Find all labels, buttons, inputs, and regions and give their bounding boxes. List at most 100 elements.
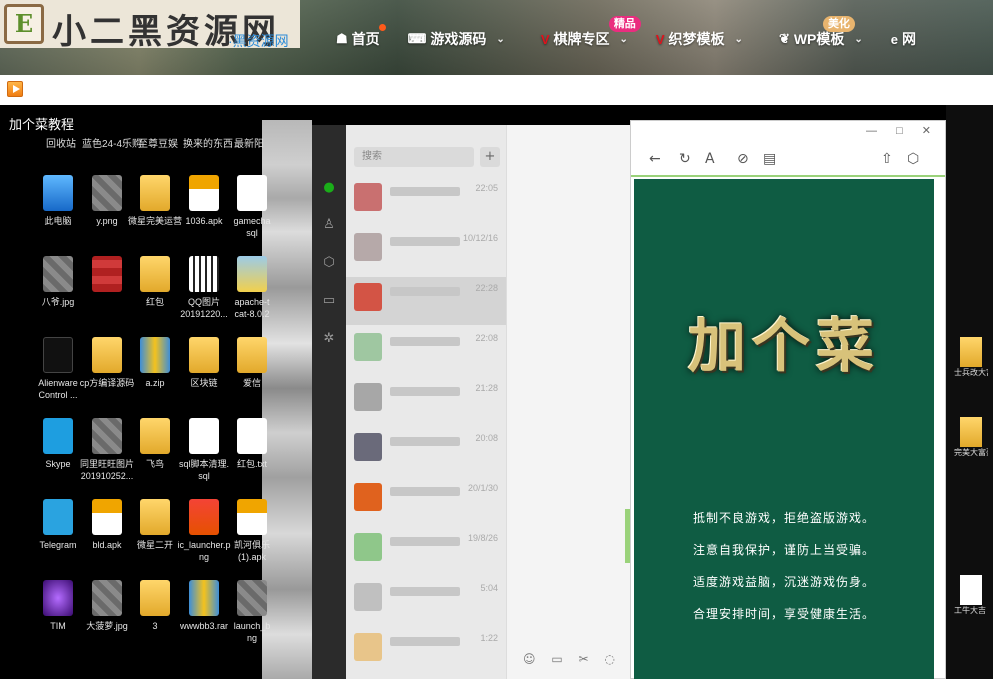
- nav-item[interactable]: V 棋牌专区 ⌄ 精品: [541, 16, 641, 52]
- game-panel: 加个菜 抵制不良游戏，拒绝盗版游戏。 注意自我保护，谨防上当受骗。 适度游戏益脑，沉…: [634, 179, 934, 679]
- chat-time: 5:04: [480, 583, 498, 593]
- desktop-label: 最新阳: [234, 139, 264, 150]
- desktop-icon[interactable]: 士兵改大富豪: [954, 337, 988, 378]
- folder-icon[interactable]: ▭: [321, 293, 337, 309]
- folder-icon: [960, 337, 982, 367]
- chat-row[interactable]: 22:05: [346, 177, 506, 225]
- tomcat-icon: [237, 256, 267, 292]
- chat-row[interactable]: 19/8/26: [346, 527, 506, 575]
- pc-icon: [43, 175, 73, 211]
- back-icon[interactable]: ←: [649, 151, 661, 167]
- play-icon[interactable]: [7, 81, 23, 97]
- chat-row[interactable]: 22:08: [346, 327, 506, 375]
- gamepad-icon: ⌨: [407, 31, 427, 46]
- app-icon: [189, 499, 219, 535]
- nav-label: 游戏源码: [430, 31, 487, 47]
- chat-row[interactable]: 20:08: [346, 427, 506, 475]
- wechat-chat-list: 搜索 + 22:05 10/12/16 22:28 22:08 21:28 20:08 20…: [346, 125, 506, 679]
- image-icon: [92, 175, 122, 211]
- chat-time: 22:05: [475, 183, 498, 193]
- desktop-icon[interactable]: apache-t cat-8.0.2: [222, 256, 282, 320]
- rar-icon: [189, 580, 219, 616]
- window-controls[interactable]: — □ ✕: [866, 124, 939, 137]
- chevron-down-icon: ⌄: [619, 33, 628, 45]
- chat-row[interactable]: 1:22: [346, 627, 506, 675]
- search-input[interactable]: 搜索: [354, 147, 474, 167]
- chat-icon[interactable]: ●: [321, 180, 337, 196]
- nav-label: 首页: [351, 31, 380, 47]
- image-icon: [92, 580, 122, 616]
- chat-row[interactable]: 21:28: [346, 377, 506, 425]
- desktop-icon-label: 爱信: [242, 378, 261, 388]
- desktop-icon[interactable]: 爱信: [222, 337, 282, 389]
- desktop-icon[interactable]: 工牛大吉 操作说...: [954, 575, 988, 616]
- share-icon[interactable]: ⇧: [881, 151, 893, 167]
- chevron-down-icon: ⌄: [734, 33, 743, 45]
- nav-item[interactable]: e网: [891, 26, 916, 52]
- nav-item[interactable]: V 织梦模板 ⌄: [656, 26, 743, 52]
- site-header: E 小二黑资源网 ·黑资源网 ☗ 首页 ⌨ 游戏源码 ⌄ V 棋牌专区 ⌄ 精品 V 织梦模板 ⌄ ❦ W…: [0, 0, 993, 75]
- moments-icon[interactable]: ✲: [321, 331, 337, 347]
- folder-icon: [140, 580, 170, 616]
- contact-name: [390, 487, 460, 496]
- desktop-icon[interactable]: gamecha sql: [222, 175, 282, 239]
- chat-time: 21:28: [475, 383, 498, 393]
- contact-name: [390, 587, 460, 596]
- avatar: [354, 533, 382, 561]
- desktop-label: 蓝色24-4乐购: [82, 139, 143, 150]
- desktop-icon[interactable]: 红包.txt: [222, 418, 282, 470]
- nav-item[interactable]: ⌨ 游戏源码 ⌄: [408, 26, 505, 52]
- contacts-icon[interactable]: ♙: [321, 217, 337, 233]
- doc-icon: [237, 175, 267, 211]
- doc-icon: [960, 575, 982, 605]
- apk-icon: [92, 499, 122, 535]
- notice-line: 适度游戏益脑，沉迷游戏伤身。: [692, 575, 875, 589]
- chat-tools[interactable]: ☺ ▭ ✂ ◌: [523, 652, 621, 666]
- nav-item[interactable]: ❦ WP模板 ⌄ 美化: [778, 16, 863, 52]
- link-icon[interactable]: ⊘: [737, 151, 749, 167]
- contact-name: [390, 437, 460, 446]
- chat-time: 20/1/30: [467, 483, 498, 493]
- chat-row[interactable]: 22:28: [346, 277, 506, 325]
- right-desktop: 士兵改大富豪完美大富豪工牛大吉 操作说...: [946, 105, 993, 679]
- nav-label: 织梦模板: [668, 31, 725, 47]
- desktop-icon[interactable]: 完美大富豪: [954, 417, 988, 458]
- avatar: [354, 583, 382, 611]
- video-player[interactable]: 加个菜教程 ● ♙ ⬡ ▭ ✲ 搜索 + 22:05 10/12/16 22:28 2…: [0, 105, 993, 679]
- desktop-icon-label: 工牛大吉 操作说...: [954, 606, 988, 615]
- bookmark-icon[interactable]: ▤: [763, 151, 776, 167]
- refresh-icon[interactable]: ↻: [679, 151, 691, 167]
- add-button[interactable]: +: [480, 147, 500, 167]
- desktop-icon[interactable]: 凯河俱乐 (1).apk: [222, 499, 282, 563]
- wechat-nav: ● ♙ ⬡ ▭ ✲: [312, 125, 346, 679]
- v-icon: V: [655, 31, 665, 47]
- chat-row[interactable]: 10/12/16: [346, 227, 506, 275]
- desktop-icon-label: apache-t cat-8.0.2: [234, 297, 270, 319]
- notification-dot: [378, 24, 386, 31]
- telegram-icon: [43, 499, 73, 535]
- image-icon: [92, 256, 122, 292]
- ie-icon: e: [890, 31, 899, 47]
- wordpress-icon: ❦: [778, 31, 790, 46]
- chat-time: 19/8/26: [467, 533, 498, 543]
- game-window: — □ ✕ ← ↻ A ⊘ ▤ ⇧ ⬡ 加个菜 抵制不良游戏，拒绝盗版游戏。 注意自我保护，谨…: [630, 120, 946, 679]
- text-icon[interactable]: A: [705, 151, 715, 167]
- desktop-icon[interactable]: launch_b ng: [222, 580, 282, 644]
- chat-row[interactable]: 5:04: [346, 577, 506, 625]
- avatar: [354, 633, 382, 661]
- nav-item[interactable]: ☗ 首页: [336, 24, 386, 52]
- desktop-icon-label: 八爷.jpg: [41, 297, 75, 307]
- contact-name: [390, 387, 460, 396]
- cube-icon[interactable]: ⬡: [321, 255, 337, 271]
- chat-row[interactable]: 20/1/30: [346, 477, 506, 525]
- contact-name: [390, 237, 460, 246]
- qr-icon: [189, 256, 219, 292]
- cube-icon[interactable]: ⬡: [907, 151, 919, 167]
- video-title: 加个菜教程: [9, 117, 75, 132]
- logo-subtext: ·黑资源网: [228, 33, 289, 49]
- image-icon: [92, 418, 122, 454]
- desktop-icon-label: launch_b ng: [233, 621, 271, 643]
- notice-line: 抵制不良游戏，拒绝盗版游戏。: [692, 511, 875, 525]
- notice-line: 注意自我保护，谨防上当受骗。: [692, 543, 875, 557]
- chat-time: 22:08: [475, 333, 498, 343]
